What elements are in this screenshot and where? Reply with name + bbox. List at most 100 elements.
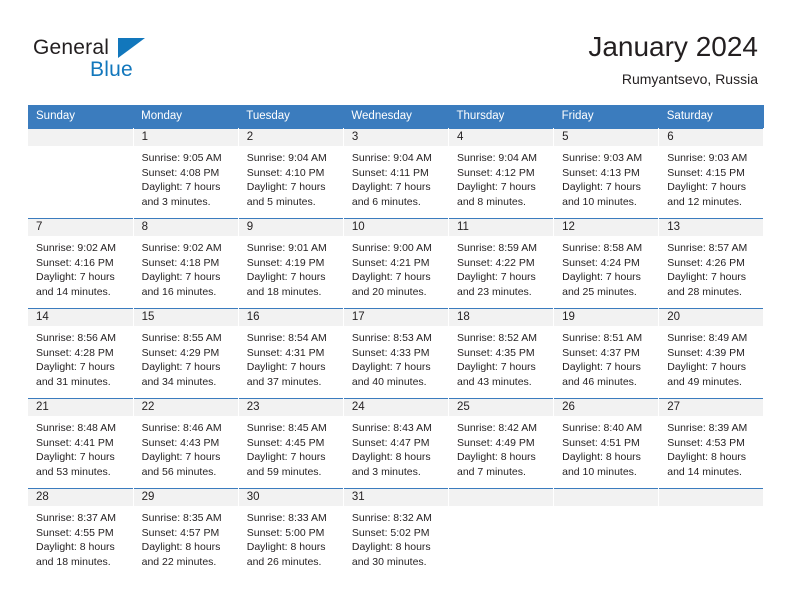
sunrise-text: Sunrise: 9:04 AM (457, 152, 537, 164)
weekday-header-thursday: Thursday (448, 105, 554, 129)
sunset-text: Sunset: 4:12 PM (457, 166, 535, 179)
calendar-day-cell[interactable]: 29 Sunrise: 8:35 AM Sunset: 4:57 PM Dayligh… (133, 488, 239, 579)
sunrise-text: Sunrise: 8:54 AM (246, 332, 327, 344)
sunset-text: Sunset: 5:00 PM (246, 526, 325, 539)
day-number: 10 (343, 219, 448, 236)
daylight-text-line2: and 14 minutes. (667, 465, 742, 478)
day-details: Sunrise: 9:04 AM Sunset: 4:10 PM Daylight:… (239, 146, 343, 209)
calendar-day-cell[interactable]: 9 Sunrise: 9:01 AM Sunset: 4:19 PM Daylight… (238, 218, 344, 309)
sunrise-text: Sunrise: 8:37 AM (36, 512, 116, 524)
day-cell-content (28, 129, 133, 218)
sunset-text: Sunset: 4:08 PM (141, 166, 220, 179)
weekday-header-row: Sunday Monday Tuesday Wednesday Thursday… (28, 105, 764, 129)
calendar-day-cell[interactable]: 17 Sunrise: 8:53 AM Sunset: 4:33 PM Dayligh… (343, 308, 450, 399)
calendar-day-cell[interactable]: 8 Sunrise: 9:02 AM Sunset: 4:18 PM Daylight… (133, 218, 239, 309)
day-details: Sunrise: 8:46 AM Sunset: 4:43 PM Daylight:… (134, 416, 238, 479)
day-details: Sunrise: 9:02 AM Sunset: 4:16 PM Daylight:… (28, 236, 133, 299)
day-cell-content: 3 Sunrise: 9:04 AM Sunset: 4:11 PM Daylight… (343, 129, 448, 218)
day-cell-content: 9 Sunrise: 9:01 AM Sunset: 4:19 PM Daylight… (238, 219, 343, 308)
calendar-day-cell[interactable]: 16 Sunrise: 8:54 AM Sunset: 4:31 PM Dayligh… (238, 308, 344, 399)
calendar-day-cell[interactable]: 4 Sunrise: 9:04 AM Sunset: 4:12 PM Daylight… (448, 128, 555, 219)
sunset-text: Sunset: 4:43 PM (141, 436, 220, 449)
calendar-day-cell[interactable]: 27 Sunrise: 8:39 AM Sunset: 4:53 PM Dayligh… (658, 398, 765, 489)
day-cell-content: 23 Sunrise: 8:45 AM Sunset: 4:45 PM Dayligh… (238, 399, 343, 488)
sunset-text: Sunset: 4:26 PM (667, 256, 745, 269)
daylight-text-line2: and 16 minutes. (141, 285, 217, 298)
daylight-text-line1: Daylight: 8 hours (667, 451, 747, 464)
calendar-day-cell[interactable]: 22 Sunrise: 8:46 AM Sunset: 4:43 PM Dayligh… (133, 398, 239, 489)
calendar-day-cell[interactable]: 30 Sunrise: 8:33 AM Sunset: 5:00 PM Dayligh… (238, 488, 344, 579)
sunset-text: Sunset: 4:15 PM (667, 166, 745, 179)
day-number (449, 489, 554, 506)
weekday-header-tuesday: Tuesday (238, 105, 344, 129)
day-number: 3 (343, 129, 448, 146)
daylight-text-line2: and 59 minutes. (246, 465, 322, 478)
day-number: 1 (133, 129, 238, 146)
daylight-text-line1: Daylight: 8 hours (562, 451, 641, 464)
day-number: 13 (659, 219, 764, 236)
day-cell-content: 14 Sunrise: 8:56 AM Sunset: 4:28 PM Dayligh… (28, 309, 133, 398)
day-details: Sunrise: 8:58 AM Sunset: 4:24 PM Daylight:… (554, 236, 658, 299)
day-details: Sunrise: 9:01 AM Sunset: 4:19 PM Daylight:… (239, 236, 343, 299)
day-number (554, 489, 659, 506)
calendar-day-cell[interactable]: 3 Sunrise: 9:04 AM Sunset: 4:11 PM Daylight… (343, 128, 450, 219)
calendar-day-cell[interactable]: 24 Sunrise: 8:43 AM Sunset: 4:47 PM Dayligh… (343, 398, 450, 489)
daylight-text-line1: Daylight: 7 hours (351, 361, 431, 374)
day-cell-content: 20 Sunrise: 8:49 AM Sunset: 4:39 PM Dayligh… (659, 309, 764, 398)
calendar-day-cell[interactable]: 6 Sunrise: 9:03 AM Sunset: 4:15 PM Daylight… (658, 128, 765, 219)
daylight-text-line1: Daylight: 7 hours (141, 361, 221, 374)
daylight-text-line1: Daylight: 7 hours (246, 361, 326, 374)
daylight-text-line2: and 23 minutes. (457, 285, 532, 298)
daylight-text-line1: Daylight: 7 hours (667, 361, 747, 374)
sunrise-text: Sunrise: 8:42 AM (457, 422, 537, 434)
calendar-day-cell[interactable]: 15 Sunrise: 8:55 AM Sunset: 4:29 PM Dayligh… (133, 308, 239, 399)
weekday-header-monday: Monday (133, 105, 239, 129)
calendar-day-cell[interactable]: 25 Sunrise: 8:42 AM Sunset: 4:49 PM Dayligh… (448, 398, 555, 489)
day-cell-content: 1 Sunrise: 9:05 AM Sunset: 4:08 PM Daylight… (133, 129, 238, 218)
calendar-cell-empty (448, 488, 555, 579)
day-details: Sunrise: 9:05 AM Sunset: 4:08 PM Daylight:… (134, 146, 238, 209)
weekday-header-saturday: Saturday (658, 105, 764, 129)
daylight-text-line1: Daylight: 7 hours (246, 451, 326, 464)
calendar-day-cell[interactable]: 31 Sunrise: 8:32 AM Sunset: 5:02 PM Dayligh… (343, 488, 450, 579)
calendar-day-cell[interactable]: 2 Sunrise: 9:04 AM Sunset: 4:10 PM Daylight… (238, 128, 344, 219)
calendar-day-cell[interactable]: 11 Sunrise: 8:59 AM Sunset: 4:22 PM Dayligh… (448, 218, 555, 309)
calendar-day-cell[interactable]: 19 Sunrise: 8:51 AM Sunset: 4:37 PM Dayligh… (553, 308, 660, 399)
calendar-day-cell[interactable]: 1 Sunrise: 9:05 AM Sunset: 4:08 PM Daylight… (133, 128, 239, 219)
day-cell-content: 19 Sunrise: 8:51 AM Sunset: 4:37 PM Dayligh… (554, 309, 659, 398)
daylight-text-line2: and 3 minutes. (141, 195, 211, 208)
calendar-day-cell[interactable]: 10 Sunrise: 9:00 AM Sunset: 4:21 PM Dayligh… (343, 218, 450, 309)
day-cell-content: 13 Sunrise: 8:57 AM Sunset: 4:26 PM Dayligh… (659, 219, 764, 308)
day-details: Sunrise: 8:39 AM Sunset: 4:53 PM Daylight:… (659, 416, 763, 479)
calendar-day-cell[interactable]: 7 Sunrise: 9:02 AM Sunset: 4:16 PM Daylight… (28, 218, 134, 309)
day-details: Sunrise: 9:02 AM Sunset: 4:18 PM Daylight:… (134, 236, 238, 299)
sunset-text: Sunset: 4:39 PM (667, 346, 745, 359)
calendar-day-cell[interactable]: 12 Sunrise: 8:58 AM Sunset: 4:24 PM Dayligh… (553, 218, 660, 309)
calendar-day-cell[interactable]: 28 Sunrise: 8:37 AM Sunset: 4:55 PM Dayligh… (28, 488, 134, 579)
sunrise-text: Sunrise: 8:40 AM (562, 422, 643, 434)
daylight-text-line2: and 3 minutes. (351, 465, 421, 478)
calendar-day-cell[interactable]: 18 Sunrise: 8:52 AM Sunset: 4:35 PM Dayligh… (448, 308, 555, 399)
sunrise-text: Sunrise: 8:53 AM (351, 332, 432, 344)
calendar-day-cell[interactable]: 21 Sunrise: 8:48 AM Sunset: 4:41 PM Dayligh… (28, 398, 134, 489)
calendar-day-cell[interactable]: 20 Sunrise: 8:49 AM Sunset: 4:39 PM Dayligh… (658, 308, 765, 399)
day-cell-content: 6 Sunrise: 9:03 AM Sunset: 4:15 PM Daylight… (659, 129, 764, 218)
daylight-text-line2: and 5 minutes. (246, 195, 316, 208)
calendar-day-cell[interactable]: 5 Sunrise: 9:03 AM Sunset: 4:13 PM Daylight… (553, 128, 660, 219)
calendar-day-cell[interactable]: 26 Sunrise: 8:40 AM Sunset: 4:51 PM Dayligh… (553, 398, 660, 489)
daylight-text-line2: and 28 minutes. (667, 285, 742, 298)
calendar-day-cell[interactable]: 23 Sunrise: 8:45 AM Sunset: 4:45 PM Dayligh… (238, 398, 344, 489)
sunset-text: Sunset: 4:28 PM (36, 346, 114, 359)
calendar-day-cell[interactable]: 14 Sunrise: 8:56 AM Sunset: 4:28 PM Dayligh… (28, 308, 134, 399)
calendar-day-cell[interactable]: 13 Sunrise: 8:57 AM Sunset: 4:26 PM Dayligh… (658, 218, 765, 309)
day-cell-content: 18 Sunrise: 8:52 AM Sunset: 4:35 PM Dayligh… (449, 309, 554, 398)
sunset-text: Sunset: 4:33 PM (351, 346, 430, 359)
sunset-text: Sunset: 4:57 PM (141, 526, 220, 539)
day-number (28, 129, 133, 146)
daylight-text-line1: Daylight: 7 hours (141, 271, 221, 284)
day-details: Sunrise: 8:56 AM Sunset: 4:28 PM Daylight:… (28, 326, 133, 389)
calendar-page: General Blue January 2024 Rumyantsevo, R… (0, 0, 792, 612)
daylight-text-line1: Daylight: 7 hours (36, 361, 115, 374)
day-details: Sunrise: 8:52 AM Sunset: 4:35 PM Daylight:… (449, 326, 553, 389)
sunrise-text: Sunrise: 9:05 AM (141, 152, 222, 164)
